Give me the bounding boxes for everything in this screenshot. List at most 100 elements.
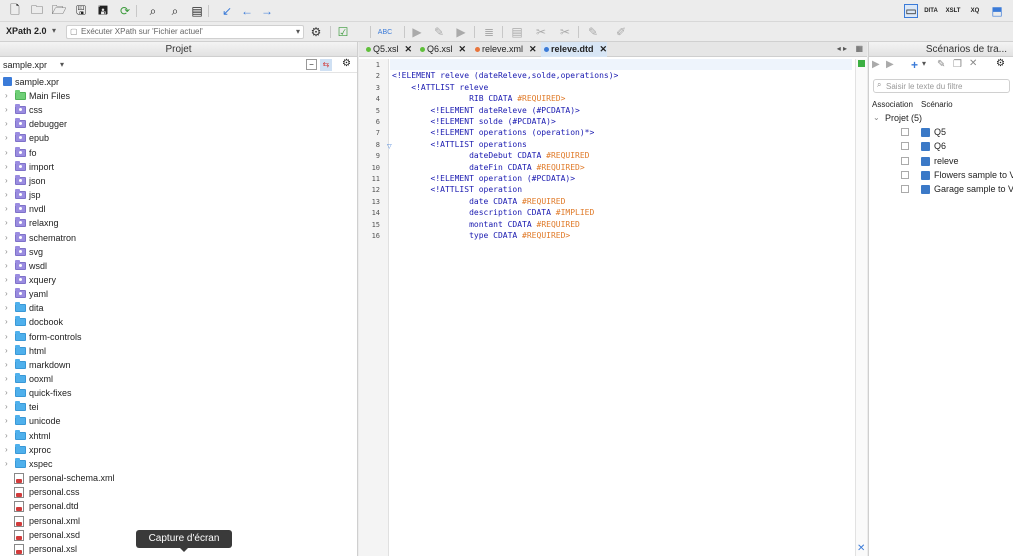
uncomment-icon[interactable]: ✂ (558, 25, 572, 39)
settings-gear-icon[interactable]: ⚙ (996, 58, 1005, 69)
chevron-right-icon[interactable]: › (5, 315, 8, 329)
vertical-scrollbar[interactable]: ✕ (855, 59, 867, 556)
settings-gear-icon[interactable]: ⚙ (309, 25, 323, 39)
scenario-item[interactable]: Flowers sample to V (869, 168, 1013, 182)
chevron-right-icon[interactable]: › (5, 414, 8, 428)
chevron-right-icon[interactable]: › (5, 400, 8, 414)
tree-folder-item[interactable]: › wsdl (0, 259, 357, 273)
tree-folder-item[interactable]: › html (0, 344, 357, 358)
xpath-version-select[interactable]: XPath 2.0 (6, 26, 47, 36)
chevron-right-icon[interactable]: › (5, 160, 8, 174)
new-file-icon[interactable]: 🗋 (8, 3, 22, 18)
association-checkbox[interactable] (901, 128, 909, 136)
tree-folder-item[interactable]: › dita (0, 301, 357, 315)
chevron-right-icon[interactable]: › (5, 131, 8, 145)
tree-folder-item[interactable]: › debugger (0, 117, 357, 131)
column-header-scenario[interactable]: Scénario (921, 100, 953, 109)
run-transformation-icon[interactable]: ▶ (410, 25, 424, 39)
tree-folder-item[interactable]: › xquery (0, 273, 357, 287)
xquery-perspective-icon[interactable]: XQ (968, 4, 982, 18)
link-with-editor-icon[interactable]: ⇆ (320, 59, 332, 71)
debug-icon[interactable]: ▶ (454, 25, 468, 39)
filter-input[interactable]: ⌕ Saisir le texte du filtre (873, 79, 1010, 93)
chevron-right-icon[interactable]: › (5, 429, 8, 443)
settings-gear-icon[interactable]: ⚙ (342, 58, 351, 69)
fold-toggle-icon[interactable]: ▽ (387, 143, 392, 150)
refresh-icon[interactable]: ⟳ (118, 4, 132, 18)
tree-folder-item[interactable]: › xproc (0, 443, 357, 457)
save-all-icon[interactable]: 🖪 (96, 3, 110, 18)
remove-scenario-icon[interactable]: ✕ (969, 58, 977, 69)
chevron-down-icon[interactable]: ▾ (922, 59, 926, 68)
spell-check-icon[interactable]: ABC (378, 25, 392, 39)
tree-folder-item[interactable]: › nvdl (0, 202, 357, 216)
xslt-perspective-icon[interactable]: XSLT (946, 4, 961, 18)
association-checkbox[interactable] (901, 185, 909, 194)
tree-folder-item[interactable]: › ooxml (0, 372, 357, 386)
scenario-group[interactable]: ⌄ Projet (5) (869, 111, 1013, 125)
editor-tab[interactable]: releve.xml ✕ (472, 42, 537, 57)
open-url-icon[interactable]: 🗁 (52, 3, 67, 18)
chevron-right-icon[interactable]: › (5, 202, 8, 216)
association-checkbox[interactable] (901, 156, 909, 165)
chevron-down-icon[interactable]: ▾ (296, 27, 300, 36)
tag-icon[interactable]: ✐ (614, 25, 628, 39)
chevron-right-icon[interactable]: › (5, 457, 8, 471)
forward-icon[interactable]: → (260, 4, 274, 18)
back-icon[interactable]: ← (240, 4, 254, 18)
edit-icon[interactable]: ✎ (586, 25, 600, 39)
tree-file-item[interactable]: personal.css (0, 485, 357, 499)
comment-icon[interactable]: ✂ (534, 25, 548, 39)
tree-file-item[interactable]: personal.xml (0, 514, 357, 528)
tab-list-icon[interactable]: ▦ (855, 44, 863, 53)
scenario-item[interactable]: Garage sample to V (869, 182, 1013, 196)
scenario-item[interactable]: Q5 (869, 125, 1013, 139)
duplicate-scenario-icon[interactable]: ❐ (953, 59, 962, 70)
xpath-input[interactable]: ▢ Exécuter XPath sur 'Fichier actuel' ▾ (66, 25, 304, 39)
tree-folder-item[interactable]: › json (0, 174, 357, 188)
column-header-association[interactable]: Association (872, 100, 913, 109)
chevron-right-icon[interactable]: › (5, 386, 8, 400)
dita-perspective-icon[interactable]: DITA (924, 4, 938, 18)
tree-folder-item[interactable]: › css (0, 103, 357, 117)
editor-tab[interactable]: Q5.xsl ✕ (363, 42, 412, 57)
layout-editor-icon[interactable]: ▭ (904, 4, 918, 18)
tree-folder-item[interactable]: › docbook (0, 315, 357, 329)
tree-folder-item[interactable]: › xhtml (0, 429, 357, 443)
project-selector[interactable]: sample.xpr ▾ − ⇆ ⚙ (0, 57, 357, 73)
configure-transformation-icon[interactable]: ✎ (432, 25, 446, 39)
chevron-right-icon[interactable]: › (5, 287, 8, 301)
collapse-all-icon[interactable]: − (306, 59, 317, 70)
validate-icon[interactable]: ☑ (336, 25, 350, 39)
tree-folder-item[interactable]: › Main Files (0, 89, 357, 103)
close-icon[interactable]: ✕ (405, 44, 413, 54)
close-icon[interactable]: ✕ (600, 44, 608, 54)
search-icon[interactable]: ⌕ (146, 4, 160, 18)
open-file-icon[interactable]: 🗀 (30, 3, 44, 18)
tree-file-item[interactable]: personal-schema.xml (0, 471, 357, 485)
xml-tools-icon[interactable]: ▤ (510, 25, 524, 39)
chevron-right-icon[interactable]: › (5, 301, 8, 315)
close-icon[interactable]: ✕ (529, 44, 537, 54)
chevron-right-icon[interactable]: › (5, 372, 8, 386)
tree-folder-item[interactable]: › xspec (0, 457, 357, 471)
tree-folder-item[interactable]: › svg (0, 245, 357, 259)
chevron-right-icon[interactable]: › (5, 245, 8, 259)
tree-folder-item[interactable]: › import (0, 160, 357, 174)
tree-folder-item[interactable]: › quick-fixes (0, 386, 357, 400)
tree-folder-item[interactable]: › epub (0, 131, 357, 145)
chevron-right-icon[interactable]: › (5, 146, 8, 160)
close-icon[interactable]: ✕ (459, 44, 467, 54)
debug-scenario-icon[interactable]: ▶ (886, 59, 894, 70)
tree-folder-item[interactable]: › tei (0, 400, 357, 414)
tree-folder-item[interactable]: › relaxng (0, 216, 357, 230)
tree-folder-item[interactable]: › fo (0, 146, 357, 160)
chevron-right-icon[interactable]: › (5, 174, 8, 188)
chevron-right-icon[interactable]: › (5, 188, 8, 202)
tree-folder-item[interactable]: › yaml (0, 287, 357, 301)
save-icon[interactable]: 🖫 (74, 3, 88, 18)
chevron-right-icon[interactable]: › (5, 117, 8, 131)
chevron-right-icon[interactable]: › (5, 89, 8, 103)
scenario-item[interactable]: Q6 (869, 139, 1013, 153)
scroll-tabs-icon[interactable]: ◂ ▸ (837, 44, 847, 53)
